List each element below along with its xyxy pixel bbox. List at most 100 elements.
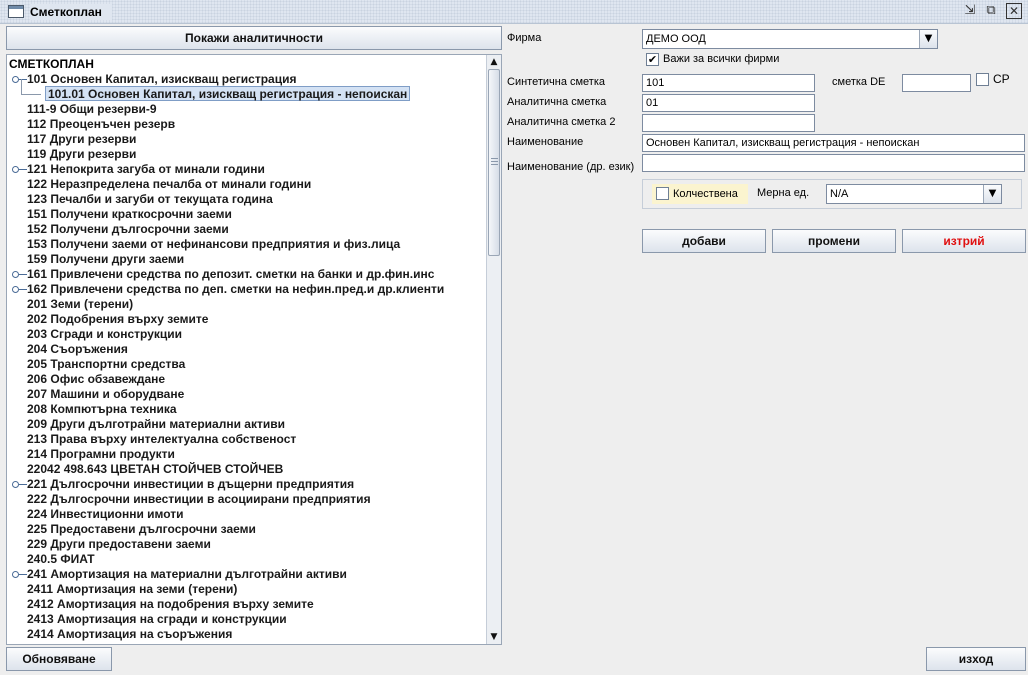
tree-item-label: 225 Предоставени дългосрочни заеми [27, 522, 256, 536]
tree-item[interactable]: 161 Привлечени средства по депозит. смет… [7, 267, 487, 282]
tree-item[interactable]: 2414 Амортизация на съоръжения [7, 627, 487, 642]
expand-node-icon[interactable] [12, 286, 27, 293]
cp-checkbox[interactable] [976, 73, 989, 86]
tree-item[interactable]: 213 Права върху интелектуална собственос… [7, 432, 487, 447]
tree-item-label: 162 Привлечени средства по деп. сметки н… [27, 282, 445, 296]
tree-item[interactable]: 112 Преоценъчен резерв [7, 117, 487, 132]
tree-item[interactable]: 101 Основен Капитал, изискващ регистраци… [7, 72, 487, 87]
tree-item[interactable]: 222 Дългосрочни инвестиции в асоциирани … [7, 492, 487, 507]
delete-button[interactable]: изтрий [902, 229, 1026, 253]
tree-item-label: 201 Земи (терени) [27, 297, 134, 311]
scroll-down-icon[interactable]: ▼ [487, 630, 501, 644]
firm-label: Фирма [507, 32, 542, 44]
tree-item-label: 206 Офис обзавеждане [27, 372, 166, 386]
unit-select[interactable]: N/A ▼ [826, 184, 1002, 204]
tree-item[interactable]: 214 Програмни продукти [7, 447, 487, 462]
chevron-down-icon[interactable]: ▼ [983, 185, 1001, 203]
tree-item-label: 221 Дългосрочни инвестиции в дъщерни пре… [27, 477, 355, 491]
cp-label: CP [993, 72, 1010, 86]
exit-button[interactable]: изход [926, 647, 1026, 671]
tree-item[interactable]: 208 Компютърна техника [7, 402, 487, 417]
tree-item[interactable]: 2413 Амортизация на сгради и конструкции [7, 612, 487, 627]
tree-item-label: 152 Получени дългосрочни заеми [27, 222, 229, 236]
tree-item[interactable]: 111-9 Общи резерви-9 [7, 102, 487, 117]
tree-item[interactable]: 123 Печалби и загуби от текущата година [7, 192, 487, 207]
tree-item[interactable]: 207 Машини и оборудване [7, 387, 487, 402]
name-other-language-field[interactable] [642, 154, 1025, 172]
tree-item-label: 22042 498.643 ЦВЕТАН СТОЙЧЕВ СТОЙЧЕВ [27, 462, 284, 476]
all-firms-checkbox[interactable]: ✔ [646, 53, 659, 66]
tree-item[interactable]: 206 Офис обзавеждане [7, 372, 487, 387]
maximize-icon[interactable]: ⧉ [983, 3, 999, 19]
expand-node-icon[interactable] [12, 571, 27, 578]
tree-scrollbar[interactable]: ▲ ▼ [486, 55, 501, 644]
tree-item[interactable]: 241 Амортизация на материални дълготрайн… [7, 567, 487, 582]
scroll-thumb[interactable] [488, 69, 500, 256]
tree-item[interactable]: 153 Получени заеми от нефинансови предпр… [7, 237, 487, 252]
tree-item[interactable]: 22042 498.643 ЦВЕТАН СТОЙЧЕВ СТОЙЧЕВ [7, 462, 487, 477]
show-analytics-button[interactable]: Покажи аналитичности [6, 26, 502, 50]
tree-item[interactable]: 121 Непокрита загуба от минали години [7, 162, 487, 177]
tree-item[interactable]: 203 Сгради и конструкции [7, 327, 487, 342]
expand-node-icon[interactable] [12, 481, 27, 488]
tree-item-label: 204 Съоръжения [27, 342, 128, 356]
tree-item[interactable]: 229 Други предоставени заеми [7, 537, 487, 552]
synthetic-account-label: Синтетична сметка [507, 76, 606, 88]
tree-item[interactable]: 209 Други дълготрайни материални активи [7, 417, 487, 432]
tree-item-label: 240.5 ФИАТ [27, 552, 95, 566]
analytic-account-2-field[interactable] [642, 114, 815, 132]
expand-node-icon[interactable] [12, 166, 27, 173]
scroll-up-icon[interactable]: ▲ [487, 55, 501, 69]
tree-item[interactable]: 221 Дългосрочни инвестиции в дъщерни пре… [7, 477, 487, 492]
window-title: Сметкоплан [30, 4, 112, 20]
tree-item-label: 119 Други резерви [27, 147, 137, 161]
change-button[interactable]: промени [772, 229, 896, 253]
tree-item[interactable]: 151 Получени краткосрочни заеми [7, 207, 487, 222]
analytic-account-2-label: Аналитична сметка 2 [507, 116, 616, 128]
name-field[interactable]: Основен Капитал, изискващ регистрация - … [642, 134, 1025, 152]
tree-item-label: 117 Други резерви [27, 132, 137, 146]
tree-item-label: 112 Преоценъчен резерв [27, 117, 176, 131]
close-icon[interactable]: ✕ [1006, 3, 1022, 19]
tree-item[interactable]: 201 Земи (терени) [7, 297, 487, 312]
tree-item[interactable]: 152 Получени дългосрочни заеми [7, 222, 487, 237]
unit-select-value: N/A [830, 188, 849, 200]
analytic-account-field[interactable]: 01 [642, 94, 815, 112]
refresh-button[interactable]: Обновяване [6, 647, 112, 671]
restore-icon[interactable]: ⇲ [962, 3, 978, 19]
tree-item[interactable]: 2412 Амортизация на подобрения върху зем… [7, 597, 487, 612]
tree-rows: 101 Основен Капитал, изискващ регистраци… [7, 72, 487, 642]
chart-of-accounts-tree[interactable]: СМЕТКОПЛАН 101 Основен Капитал, изискващ… [6, 54, 502, 645]
window-titlebar: Сметкоплан ⇲ ⧉ ✕ [0, 0, 1028, 24]
add-button[interactable]: добави [642, 229, 766, 253]
firm-select[interactable]: ДЕМО ООД ▼ [642, 29, 938, 49]
chevron-down-icon[interactable]: ▼ [919, 30, 937, 48]
tree-item[interactable]: 224 Инвестиционни имоти [7, 507, 487, 522]
tree-item[interactable]: 204 Съоръжения [7, 342, 487, 357]
tree-child-item[interactable]: 101.01 Основен Капитал, изискващ регистр… [7, 79, 487, 102]
tree-item-label: 101.01 Основен Капитал, изискващ регистр… [45, 86, 411, 101]
tree-item-label: 222 Дългосрочни инвестиции в асоциирани … [27, 492, 371, 506]
tree-item[interactable]: 162 Привлечени средства по деп. сметки н… [7, 282, 487, 297]
tree-item[interactable]: 202 Подобрения върху земите [7, 312, 487, 327]
synthetic-account-field[interactable]: 101 [642, 74, 815, 92]
account-de-field[interactable] [902, 74, 971, 92]
tree-item[interactable]: 122 Неразпределена печалба от минали год… [7, 177, 487, 192]
tree-item[interactable]: 2411 Амортизация на земи (терени) [7, 582, 487, 597]
quantitative-checkbox[interactable] [656, 187, 669, 200]
tree-item[interactable]: 159 Получени други заеми [7, 252, 487, 267]
expand-node-icon[interactable] [12, 76, 27, 83]
scroll-grip-icon [491, 158, 498, 165]
tree-item[interactable]: 225 Предоставени дългосрочни заеми [7, 522, 487, 537]
tree-item-label: 2414 Амортизация на съоръжения [27, 627, 233, 641]
tree-item-label: 207 Машини и оборудване [27, 387, 185, 401]
expand-node-icon[interactable] [12, 271, 27, 278]
tree-item[interactable]: 117 Други резерви [7, 132, 487, 147]
name-other-language-label: Наименование (др. език) [507, 161, 635, 173]
name-label: Наименование [507, 136, 584, 148]
tree-root-label: СМЕТКОПЛАН [9, 57, 94, 71]
analytic-account-label: Аналитична сметка [507, 96, 607, 108]
tree-item[interactable]: 240.5 ФИАТ [7, 552, 487, 567]
tree-item[interactable]: 119 Други резерви [7, 147, 487, 162]
tree-item[interactable]: 205 Транспортни средства [7, 357, 487, 372]
